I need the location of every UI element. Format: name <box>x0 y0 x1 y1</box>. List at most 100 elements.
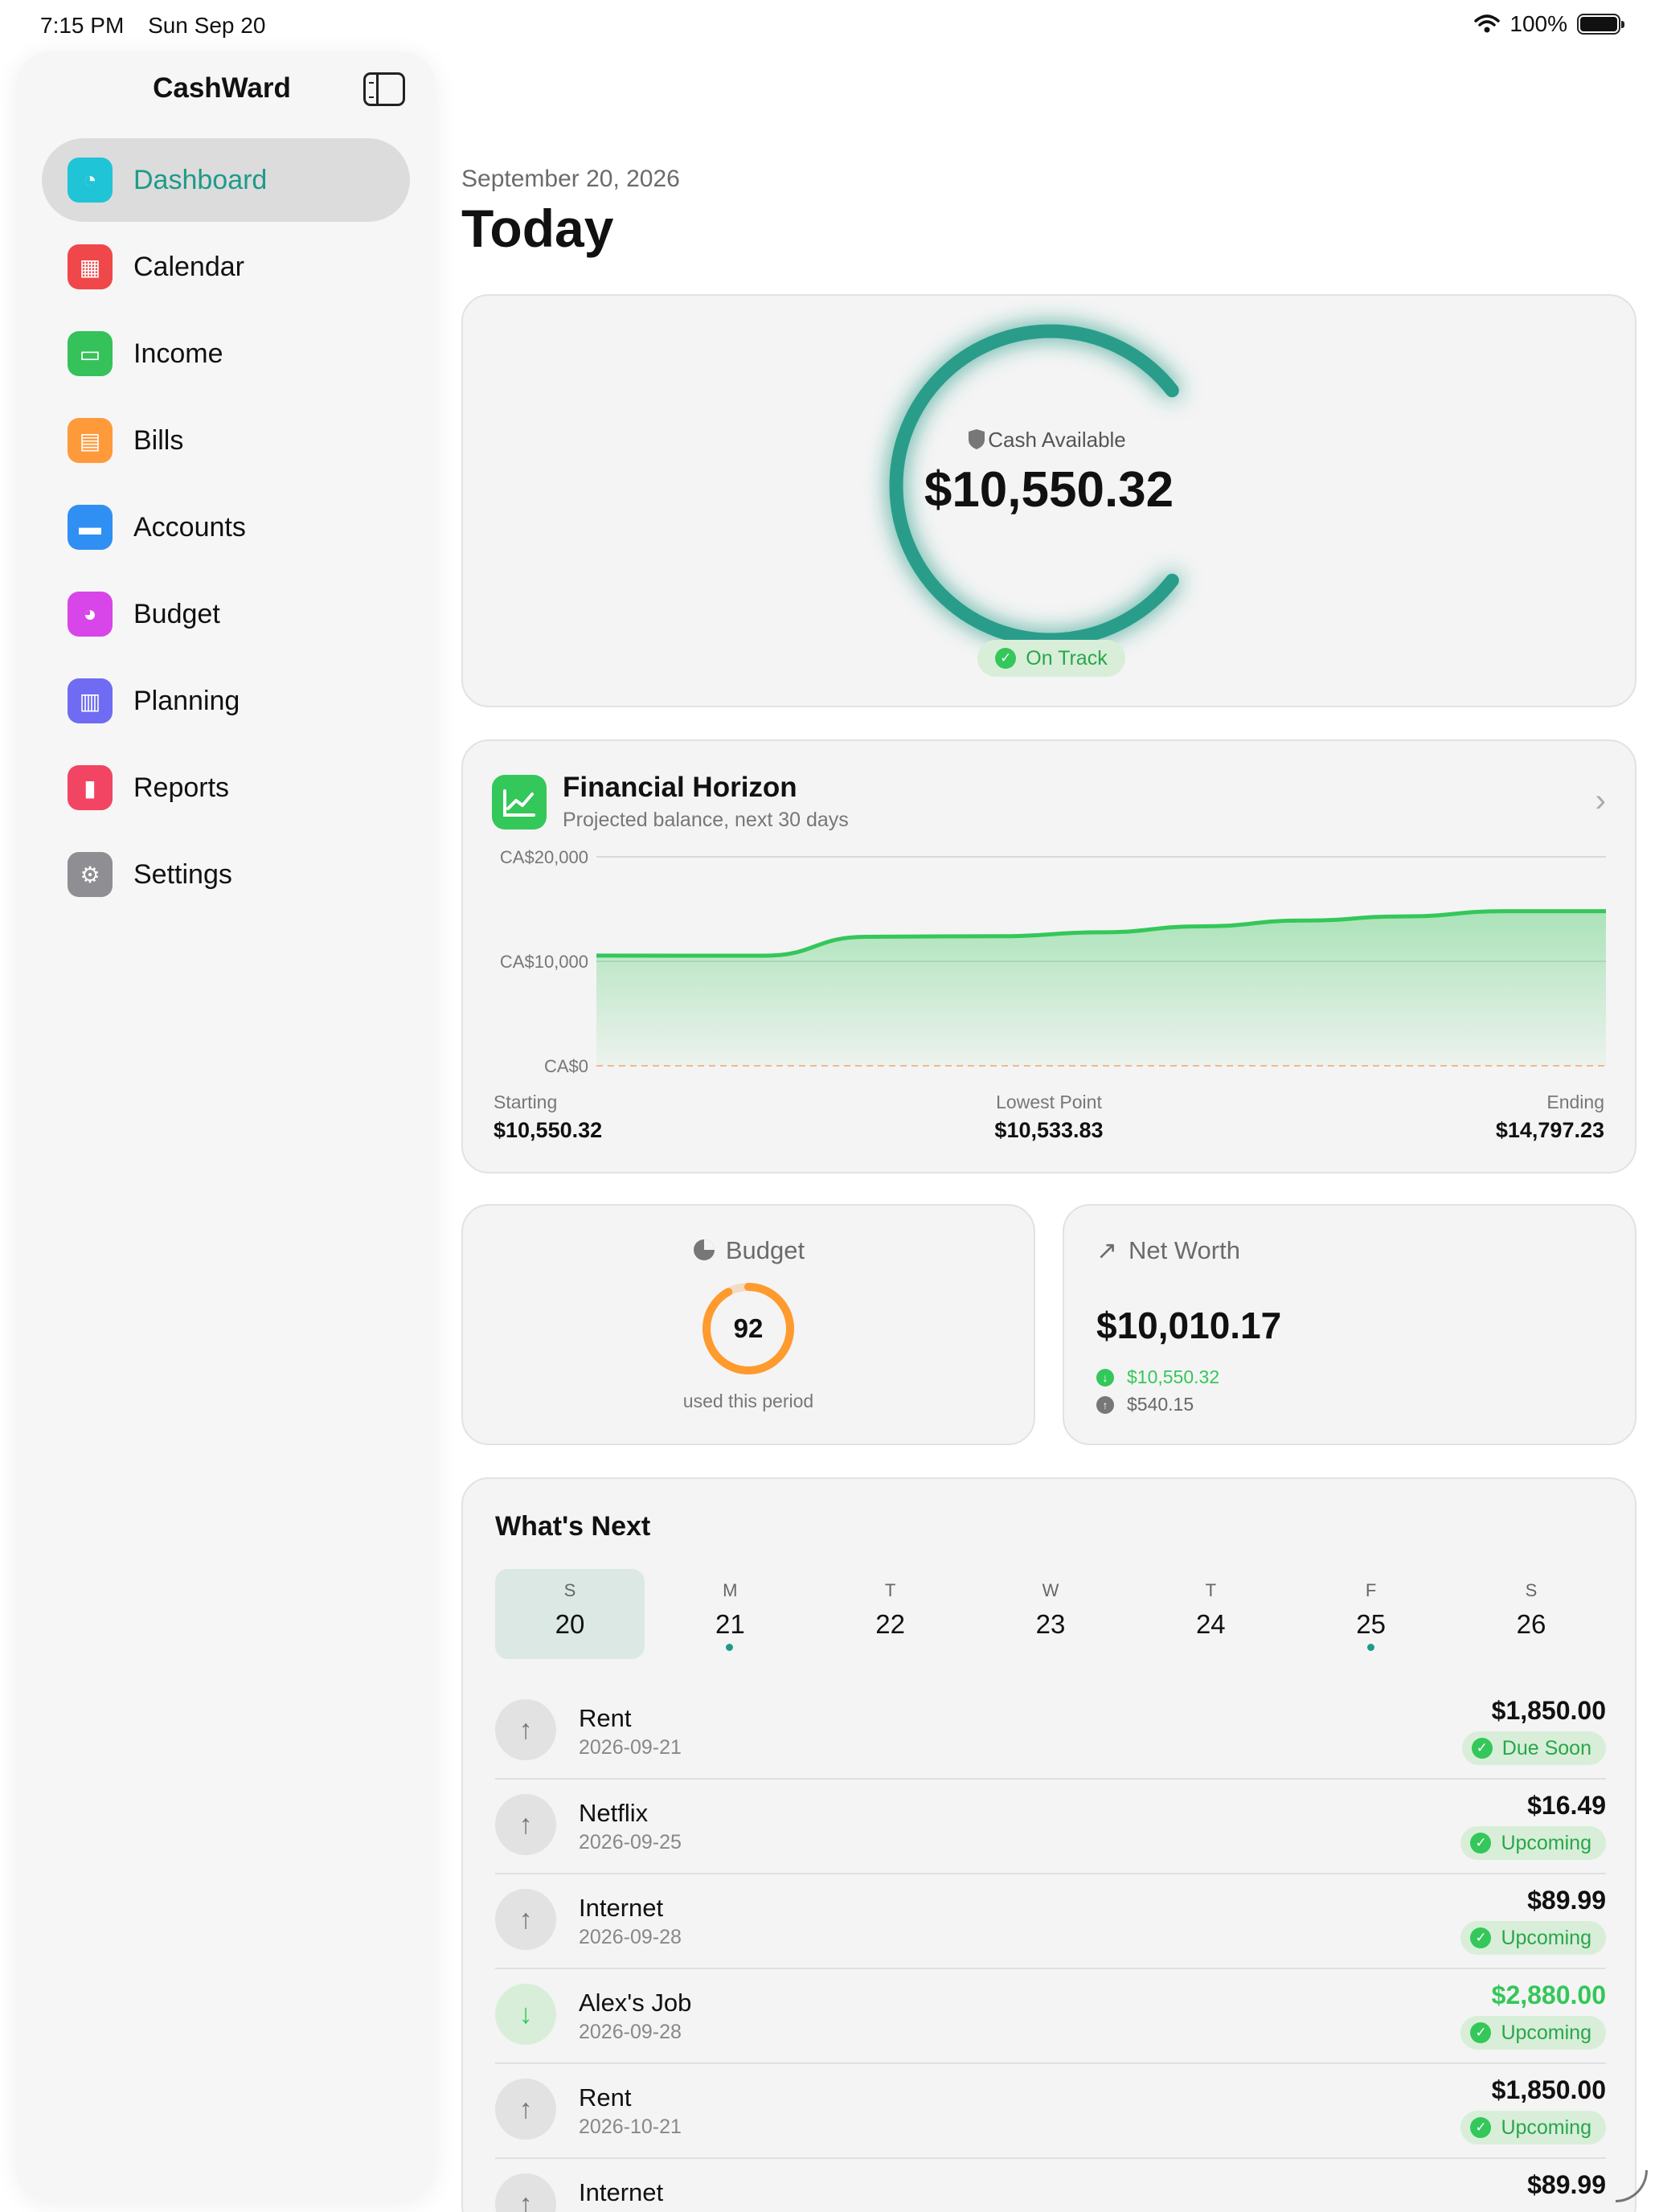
sidebar-item-calendar[interactable]: ▦ Calendar <box>42 225 410 309</box>
wifi-icon <box>1474 14 1501 33</box>
status-badge-label: Upcoming <box>1501 1926 1591 1949</box>
arrow-down-circle-icon: ↓ <box>1096 1368 1114 1387</box>
day-22[interactable]: T 22 <box>816 1569 965 1659</box>
sidebar-item-reports[interactable]: ▮ Reports <box>42 746 410 830</box>
sidebar-item-accounts[interactable]: ▬ Accounts <box>42 485 410 569</box>
checkmark-icon: ✓ <box>1470 1833 1492 1854</box>
status-badge-label: Upcoming <box>1501 2116 1591 2139</box>
status-badge: ✓ Upcoming <box>1460 1826 1606 1860</box>
status-time: 7:15 PM <box>40 13 125 38</box>
event-dot <box>726 1644 734 1651</box>
credit-card-icon: ▬ <box>68 505 113 550</box>
page-date: September 20, 2026 <box>461 166 680 192</box>
horizon-chart: CA$20,000 CA$10,000 CA$0 <box>500 847 1606 1076</box>
upcoming-row[interactable]: ↓ Alex's Job 2026-09-28 $2,880.00 ✓ Upcoming <box>495 1969 1606 2064</box>
day-number: 25 <box>1356 1609 1386 1639</box>
item-name: Rent <box>579 1704 632 1732</box>
status-badge: ✓ On Track <box>977 640 1125 677</box>
day-letter: M <box>723 1580 738 1600</box>
day-24[interactable]: T 24 <box>1136 1569 1285 1659</box>
checkmark-icon: ✓ <box>995 648 1017 669</box>
day-letter: T <box>1205 1580 1217 1600</box>
day-number: 26 <box>1516 1609 1546 1639</box>
arrow-down-icon: ↓ <box>495 1984 556 2045</box>
upcoming-row[interactable]: ↑ Internet 2026-09-28 $89.99 ✓ Upcoming <box>495 1874 1606 1969</box>
budget-label: Budget <box>725 1236 805 1264</box>
gear-icon: ⚙ <box>68 852 113 897</box>
budget-caption: used this period <box>682 1391 814 1411</box>
arrow-up-icon: ↑ <box>495 2079 556 2140</box>
cash-available-card[interactable]: Cash Available $10,550.32 ✓ On Track <box>461 294 1636 707</box>
sidebar-item-label: Dashboard <box>133 164 268 195</box>
upcoming-row[interactable]: ↑ Rent 2026-10-21 $1,850.00 ✓ Upcoming <box>495 2064 1606 2159</box>
day-number: 20 <box>555 1609 585 1639</box>
item-amount: $1,850.00 <box>1491 1696 1606 1725</box>
upcoming-row[interactable]: ↑ Netflix 2026-09-25 $16.49 ✓ Upcoming <box>495 1780 1606 1874</box>
event-dot <box>1366 1644 1374 1651</box>
arrow-up-icon: ↑ <box>495 1889 556 1950</box>
budget-header: Budget <box>463 1236 1034 1265</box>
balance-area <box>596 911 1606 1066</box>
y-tick-label: CA$20,000 <box>500 847 588 867</box>
budget-card[interactable]: Budget 92 used this period <box>461 1204 1035 1445</box>
status-badge-label: On Track <box>1026 646 1108 670</box>
checkmark-icon: ✓ <box>1470 1927 1492 1948</box>
sidebar-item-planning[interactable]: ▥ Planning <box>42 659 410 743</box>
net-worth-card[interactable]: ↗ Net Worth $10,010.17 ↓ $10,550.32 ↑ $54… <box>1063 1204 1636 1445</box>
day-26[interactable]: S 26 <box>1456 1569 1606 1659</box>
lowest-value: $10,533.83 <box>994 1118 1104 1142</box>
upcoming-row[interactable]: ↑ Rent 2026-09-21 $1,850.00 ✓ Due Soon <box>495 1685 1606 1780</box>
sidebar-item-settings[interactable]: ⚙ Settings <box>42 833 410 916</box>
item-date: 2026-09-21 <box>579 1736 682 1759</box>
assets-line: ↓ $10,550.32 <box>1096 1366 1219 1388</box>
pie-chart-icon <box>693 1239 715 1260</box>
checkmark-icon: ✓ <box>1471 1738 1493 1759</box>
sidebar-item-bills[interactable]: ▤ Bills <box>42 399 410 482</box>
sidebar-toggle-icon[interactable] <box>363 72 405 106</box>
sidebar-item-label: Settings <box>133 858 232 890</box>
sidebar-item-dashboard[interactable]: ◔ Dashboard <box>42 138 410 222</box>
page-title: Today <box>461 199 614 258</box>
item-name: Netflix <box>579 1799 649 1827</box>
sidebar-item-label: Reports <box>133 772 230 803</box>
status-badge: ✓ Upcoming <box>1460 1921 1606 1955</box>
day-20[interactable]: S 20 <box>495 1569 645 1659</box>
battery-icon <box>1577 14 1624 35</box>
status-badge-label: Due Soon <box>1501 1736 1591 1759</box>
day-25[interactable]: F 25 <box>1296 1569 1446 1659</box>
checkmark-icon: ✓ <box>1470 2022 1492 2043</box>
day-23[interactable]: W 23 <box>976 1569 1125 1659</box>
status-date: Sun Sep 20 <box>148 13 266 38</box>
whats-next-card: What's Next S 20 M 21 T 22 W 23 T 24 F 25 S 26 ↑ Rent 2… <box>461 1477 1636 2212</box>
sidebar-item-budget[interactable]: ◕ Budget <box>42 572 410 656</box>
item-date: 2026-09-25 <box>579 1831 682 1854</box>
sidebar-item-label: Budget <box>133 598 220 629</box>
net-worth-label: Net Worth <box>1128 1236 1240 1264</box>
liabilities-value: $540.15 <box>1127 1394 1194 1415</box>
item-amount: $2,880.00 <box>1491 1981 1606 2009</box>
day-number: 23 <box>1035 1609 1066 1639</box>
item-amount: $1,850.00 <box>1491 2075 1606 2104</box>
sidebar-item-income[interactable]: ▭ Income <box>42 312 410 395</box>
status-badge-label: Upcoming <box>1501 2021 1591 2044</box>
liabilities-line: ↑ $540.15 <box>1096 1394 1194 1415</box>
week-strip: S 20 M 21 T 22 W 23 T 24 F 25 S 26 <box>495 1569 1606 1659</box>
sidebar-item-label: Income <box>133 338 223 369</box>
resize-handle-icon[interactable] <box>1616 2170 1648 2202</box>
upcoming-row[interactable]: ↑ Internet $89.99 <box>495 2159 1606 2212</box>
lowest-stat: Lowest Point $10,533.83 <box>463 1092 1635 1143</box>
item-name: Internet <box>579 2178 664 2206</box>
checkmark-icon: ✓ <box>1470 2117 1492 2138</box>
day-number: 24 <box>1195 1609 1226 1639</box>
status-badge: ✓ Upcoming <box>1460 2016 1606 2050</box>
financial-horizon-card[interactable]: Financial Horizon Projected balance, nex… <box>461 739 1636 1174</box>
net-worth-header: ↗ Net Worth <box>1096 1236 1240 1265</box>
day-letter: F <box>1365 1580 1377 1600</box>
item-date: 2026-10-21 <box>579 2116 682 2138</box>
arrow-up-icon: ↑ <box>495 1699 556 1760</box>
day-21[interactable]: M 21 <box>655 1569 805 1659</box>
bar-chart-icon: ▮ <box>68 765 113 810</box>
day-number: 21 <box>715 1609 745 1639</box>
gauge-icon: ◔ <box>68 158 113 203</box>
day-number: 22 <box>875 1609 906 1639</box>
